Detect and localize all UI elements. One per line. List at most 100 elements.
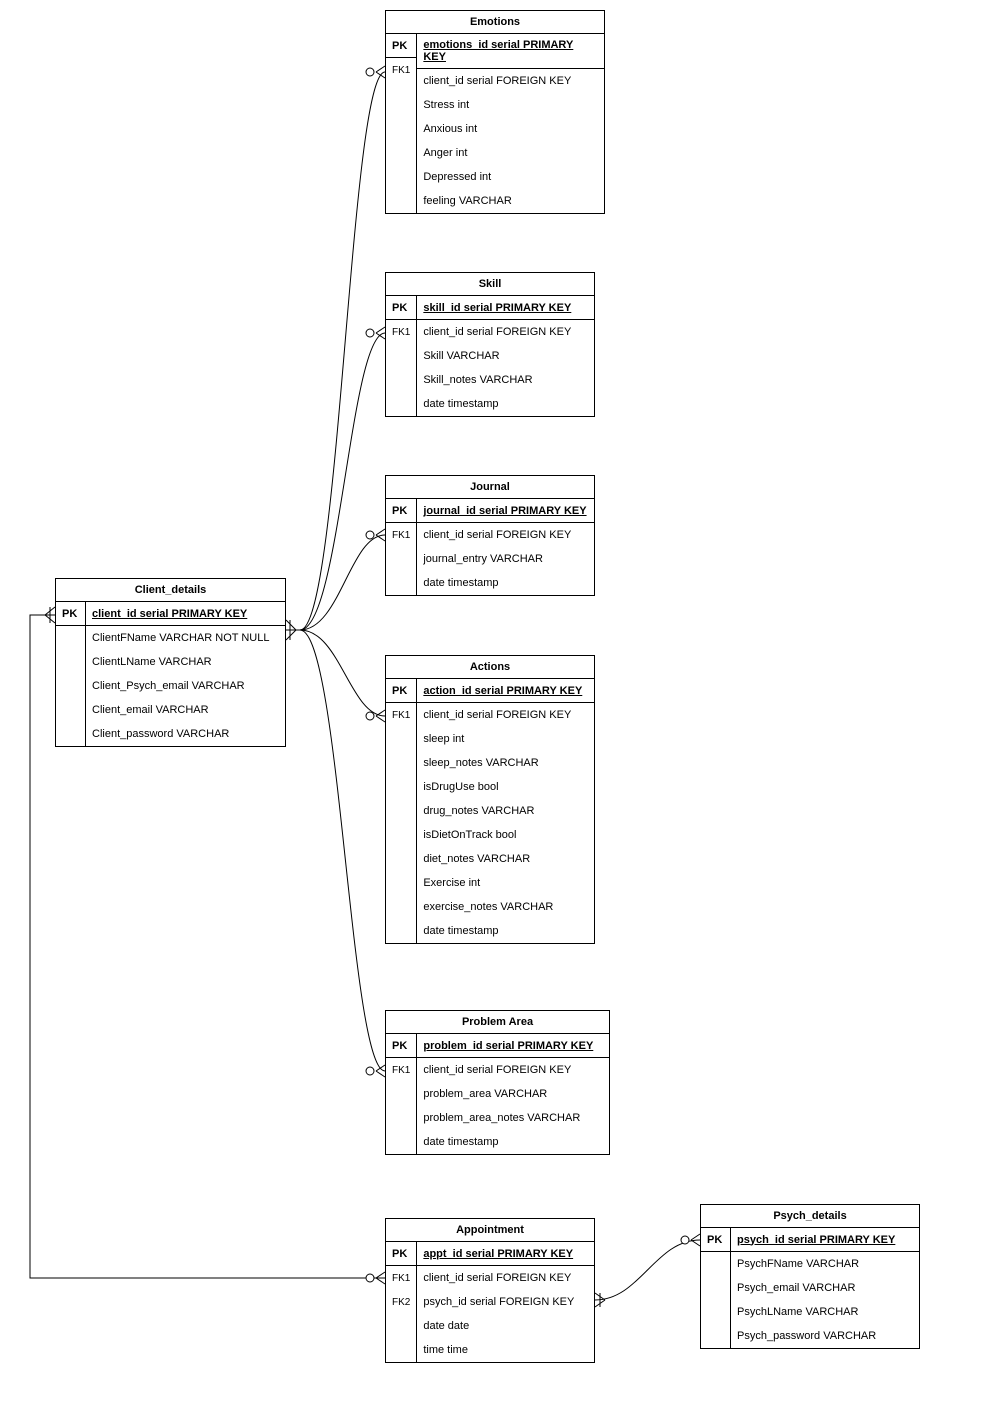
attr-key [386,1130,416,1154]
attr-key [386,823,416,847]
fk-key: FK1 [386,703,416,727]
attr-key [386,130,416,154]
pk-key: PK [386,1034,416,1058]
fk-key: FK2 [386,1290,416,1314]
attr-label: ClientFName VARCHAR NOT NULL [86,626,285,650]
attr-label: drug_notes VARCHAR [417,799,594,823]
attr-label: client_id serial FOREIGN KEY [417,523,594,547]
attr-label: date timestamp [417,1130,609,1154]
attr-label: feeling VARCHAR [417,189,604,213]
pk-label: skill_id serial PRIMARY KEY [417,296,594,320]
attr-key [386,871,416,895]
attr-key [386,344,416,368]
entity-title: Client_details [56,579,285,602]
entity-actions: Actions PK FK1 action_id serial PRIMARY … [385,655,595,944]
attr-key [56,626,85,650]
attr-label: problem_area_notes VARCHAR [417,1106,609,1130]
attr-label: journal_entry VARCHAR [417,547,594,571]
attr-key [386,154,416,178]
attr-key [56,674,85,698]
fk-key: FK1 [386,320,416,344]
attr-label: isDietOnTrack bool [417,823,594,847]
attr-label: date date [417,1314,594,1338]
attr-label: Psych_password VARCHAR [731,1324,919,1348]
pk-label: appt_id serial PRIMARY KEY [417,1242,594,1266]
attr-label: exercise_notes VARCHAR [417,895,594,919]
attr-label: date timestamp [417,392,594,416]
attr-label: Client_Psych_email VARCHAR [86,674,285,698]
attr-label: date timestamp [417,571,594,595]
attr-label: Exercise int [417,871,594,895]
pk-label: action_id serial PRIMARY KEY [417,679,594,703]
attr-key [386,1082,416,1106]
fk-key: FK1 [386,1058,416,1082]
attr-key [56,722,85,746]
attr-label: time time [417,1338,594,1362]
attr-key [386,547,416,571]
attr-label: Client_email VARCHAR [86,698,285,722]
pk-key: PK [386,499,416,523]
attr-label: problem_area VARCHAR [417,1082,609,1106]
attr-key [386,82,416,106]
attr-key [386,895,416,919]
attr-label: client_id serial FOREIGN KEY [417,1266,594,1290]
attr-label: client_id serial FOREIGN KEY [417,69,604,93]
attr-label: Psych_email VARCHAR [731,1276,919,1300]
pk-label: problem_id serial PRIMARY KEY [417,1034,609,1058]
pk-key: PK [386,1242,416,1266]
attr-label: Anger int [417,141,604,165]
attr-key [386,392,416,416]
attr-key [701,1324,730,1348]
pk-label: client_id serial PRIMARY KEY [86,602,285,626]
attr-key [386,1106,416,1130]
attr-label: client_id serial FOREIGN KEY [417,703,594,727]
entity-title: Actions [386,656,594,679]
attr-key [56,650,85,674]
entity-problem-area: Problem Area PK FK1 problem_id serial PR… [385,1010,610,1155]
pk-label: psych_id serial PRIMARY KEY [731,1228,919,1252]
attr-key [386,571,416,595]
entity-appointment: Appointment PK FK1 FK2 appt_id serial PR… [385,1218,595,1363]
attr-label: client_id serial FOREIGN KEY [417,1058,609,1082]
attr-key [386,727,416,751]
attr-key [56,698,85,722]
attr-key [386,919,416,943]
attr-label: PsychFName VARCHAR [731,1252,919,1276]
entity-title: Emotions [386,11,604,34]
attr-label: sleep int [417,727,594,751]
entity-journal: Journal PK FK1 journal_id serial PRIMARY… [385,475,595,596]
attr-key [386,799,416,823]
entity-title: Appointment [386,1219,594,1242]
entity-title: Skill [386,273,594,296]
attr-label: diet_notes VARCHAR [417,847,594,871]
entity-client-details: Client_details PK client_id serial PRIMA… [55,578,286,747]
attr-label: Skill VARCHAR [417,344,594,368]
attr-label: client_id serial FOREIGN KEY [417,320,594,344]
entity-title: Journal [386,476,594,499]
attr-label: ClientLName VARCHAR [86,650,285,674]
attr-label: Skill_notes VARCHAR [417,368,594,392]
attr-key [701,1276,730,1300]
pk-key: PK [701,1228,730,1252]
attr-key [386,106,416,130]
attr-label: psych_id serial FOREIGN KEY [417,1290,594,1314]
attr-key [386,847,416,871]
entity-psych-details: Psych_details PK psych_id serial PRIMARY… [700,1204,920,1349]
fk-key: FK1 [386,58,416,82]
fk-key: FK1 [386,1266,416,1290]
entity-title: Psych_details [701,1205,919,1228]
entity-skill: Skill PK FK1 skill_id serial PRIMARY KEY… [385,272,595,417]
pk-label: emotions_id serial PRIMARY KEY [417,34,604,69]
attr-key [701,1300,730,1324]
attr-label: date timestamp [417,919,594,943]
fk-key: FK1 [386,523,416,547]
attr-key [386,751,416,775]
attr-label: Anxious int [417,117,604,141]
attr-key [386,1314,416,1338]
attr-key [386,368,416,392]
attr-label: sleep_notes VARCHAR [417,751,594,775]
pk-key: PK [386,679,416,703]
attr-label: isDrugUse bool [417,775,594,799]
entity-emotions: Emotions PK FK1 emotions_id serial PRIMA… [385,10,605,214]
entity-title: Problem Area [386,1011,609,1034]
